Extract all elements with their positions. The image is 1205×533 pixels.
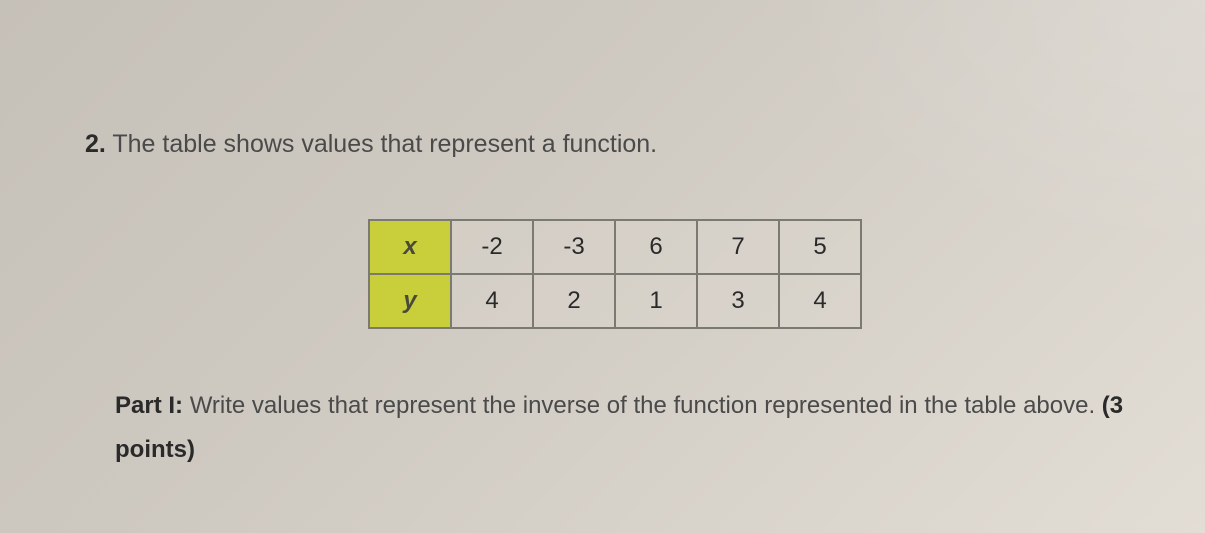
question-prompt: 2. The table shows values that represent… [85, 130, 1145, 159]
table-cell: -3 [533, 220, 615, 274]
function-table-wrap: x -2 -3 6 7 5 y 4 2 1 3 4 [85, 219, 1145, 329]
table-cell: 4 [451, 274, 533, 328]
part-text: Write values that represent the inverse … [190, 392, 1095, 419]
table-cell: 1 [615, 274, 697, 328]
table-cell: 2 [533, 274, 615, 328]
table-cell: 4 [779, 274, 861, 328]
part-label: Part I: [115, 392, 183, 419]
row-header-y: y [369, 274, 451, 328]
table-cell: -2 [451, 220, 533, 274]
question-number: 2. [85, 130, 106, 158]
table-cell: 3 [697, 274, 779, 328]
table-row: y 4 2 1 3 4 [369, 274, 861, 328]
worksheet-content: 2. The table shows values that represent… [0, 0, 1205, 513]
table-row: x -2 -3 6 7 5 [369, 220, 861, 274]
part-prompt: Part I: Write values that represent the … [85, 384, 1145, 473]
row-header-x: x [369, 220, 451, 274]
function-table: x -2 -3 6 7 5 y 4 2 1 3 4 [368, 219, 862, 329]
table-cell: 5 [779, 220, 861, 274]
table-cell: 6 [615, 220, 697, 274]
question-text: The table shows values that represent a … [112, 130, 657, 158]
table-cell: 7 [697, 220, 779, 274]
